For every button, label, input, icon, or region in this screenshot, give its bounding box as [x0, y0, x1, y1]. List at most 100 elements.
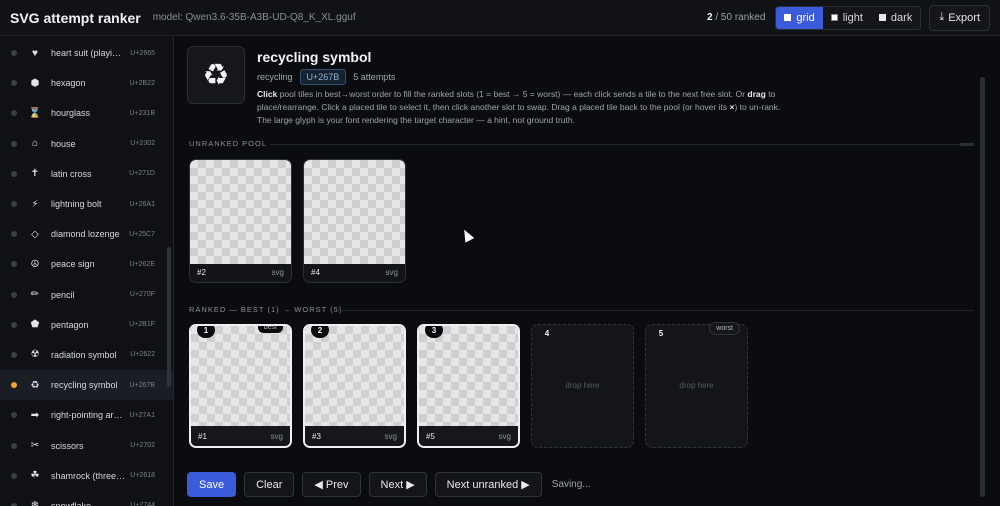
sidebar-item[interactable]: ✏ pencil U+270F [0, 280, 173, 310]
sidebar-scrollbar[interactable] [167, 247, 171, 387]
status-dot-icon [11, 231, 17, 238]
sidebar-item-label: heart suit (playi… [51, 48, 122, 59]
rank-number: 2 [311, 326, 329, 338]
svg-preview [305, 326, 404, 432]
prev-button[interactable]: ◀ Prev [302, 472, 361, 497]
rank-number: 3 [425, 326, 443, 338]
sidebar-item[interactable]: ⬢ hexagon U+2B22 [0, 68, 173, 98]
pool-tile[interactable]: #2 svg [189, 159, 292, 283]
page-title: recycling symbol [257, 49, 372, 65]
sidebar-item[interactable]: ☢ radiation symbol U+2622 [0, 340, 173, 370]
dark-swatch-icon [878, 14, 886, 21]
attempt-id: #2 [197, 267, 206, 277]
character-list: ♥ heart suit (playi… U+2665 ⬢ hexagon U+2B22 ⌛… [0, 38, 173, 506]
sidebar-item-code: U+2B22 [129, 79, 156, 87]
character-glyph-icon: ♥ [32, 47, 38, 59]
export-button[interactable]: ⤓ Export [929, 4, 990, 31]
model-label: model: Qwen3.6-35B-A3B-UD-Q8_K_XL.gguf [152, 12, 356, 23]
sidebar-item-code: U+262E [129, 260, 156, 268]
ranked-tile[interactable]: 1 best #1 svg [189, 324, 292, 448]
sidebar-item[interactable]: ✝ latin cross U+271D [0, 159, 173, 189]
attempt-kind: svg [270, 431, 283, 441]
save-button[interactable]: Save [187, 472, 237, 497]
sidebar-item[interactable]: ◇ diamond lozenge U+25C7 [0, 219, 173, 249]
tile-footer: #5 svg [419, 426, 518, 446]
theme-light-button[interactable]: light [822, 6, 871, 29]
sidebar-item-label: latin cross [51, 168, 92, 179]
ranked-tile[interactable]: 3 #5 svg [417, 324, 520, 448]
theme-toggle: grid light dark [775, 5, 922, 30]
sidebar-item-label: recycling symbol [51, 380, 118, 391]
svg-preview [304, 160, 405, 264]
top-right-controls: 2 / 50 ranked grid light dark ⤓ Export [707, 4, 990, 31]
character-glyph-icon: ⌛ [28, 107, 42, 119]
status-dot-icon [11, 80, 17, 87]
status-dot-icon [11, 472, 17, 479]
next-unranked-button[interactable]: Next unranked ▶ [434, 472, 542, 497]
character-glyph-icon: ⌂ [31, 138, 39, 150]
pool-collapse-handle[interactable] [960, 143, 974, 146]
status-dot-icon [11, 351, 17, 358]
ranked-counter: 2 / 50 ranked [707, 12, 765, 23]
ranked-total: / 50 ranked [712, 12, 766, 23]
character-glyph-icon: ◇ [31, 228, 39, 240]
sidebar-item-code: U+27A1 [129, 411, 156, 419]
character-glyph-icon: ⬟ [30, 319, 40, 331]
character-meta: recycling U+267B 5 attempts [257, 69, 395, 85]
sidebar-item[interactable]: ⌛ hourglass U+231B [0, 98, 173, 128]
sidebar-item[interactable]: ⌂ house U+2302 [0, 129, 173, 159]
character-glyph-icon: ☘ [30, 470, 40, 482]
status-dot-icon [11, 50, 17, 57]
empty-rank-slot[interactable]: 5 worst drop here [645, 322, 748, 448]
status-dot-icon [11, 382, 17, 389]
sidebar-item[interactable]: ☘ shamrock (three… U+2618 [0, 461, 173, 491]
attempt-kind: svg [385, 267, 398, 277]
clear-button[interactable]: Clear [244, 472, 295, 497]
next-button[interactable]: Next ▶ [368, 472, 427, 497]
sidebar-item-code: U+2302 [130, 140, 155, 148]
empty-rank-slot[interactable]: 4 drop here [531, 324, 634, 448]
sidebar-item-label: right-pointing arr… [51, 410, 126, 421]
sidebar-item[interactable]: ♻ recycling symbol U+267B [0, 370, 173, 401]
character-glyph-icon: ➡ [30, 409, 40, 421]
sidebar-item-code: U+2B1F [129, 321, 155, 329]
svg-preview [190, 160, 291, 264]
main-panel: ♻ recycling symbol recycling U+267B 5 at… [175, 37, 987, 506]
sidebar-item[interactable]: ♥ heart suit (playi… U+2665 [0, 38, 173, 68]
sidebar-item-code: U+2618 [130, 472, 155, 480]
sidebar-item-code: U+2744 [130, 502, 155, 506]
sidebar-item-code: U+271D [129, 170, 155, 178]
status-dot-icon [11, 170, 17, 177]
tile-footer: #3 svg [305, 426, 404, 446]
sidebar-item-code: U+26A1 [129, 200, 156, 208]
ranked-section-label: RANKED — BEST (1) → WORST (5) [189, 305, 343, 314]
sidebar-item[interactable]: ☮ peace sign U+262E [0, 249, 173, 279]
pool-tile[interactable]: #4 svg [303, 159, 406, 283]
status-dot-icon [11, 291, 17, 298]
attempt-id: #5 [426, 431, 435, 441]
attempt-kind: svg [271, 267, 284, 277]
status-dot-icon [11, 442, 17, 449]
theme-dark-button[interactable]: dark [870, 6, 921, 29]
ranked-tile[interactable]: 2 #3 svg [303, 324, 406, 448]
sidebar-item[interactable]: ✂ scissors U+2702 [0, 430, 173, 460]
theme-grid-label: grid [796, 11, 815, 24]
main-scrollbar[interactable] [980, 77, 985, 497]
top-bar: SVG attempt ranker model: Qwen3.6-35B-A3… [0, 0, 1000, 36]
instr-click: Click [257, 89, 278, 99]
sidebar-item-code: U+2622 [130, 351, 155, 359]
sidebar-item[interactable]: ➡ right-pointing arr… U+27A1 [0, 400, 173, 430]
status-dot-icon [11, 201, 17, 208]
sidebar-item-code: U+231B [129, 109, 156, 117]
sidebar-item-label: hourglass [51, 108, 91, 119]
sidebar-item-code: U+2702 [130, 442, 155, 450]
sidebar-item-code: U+25C7 [129, 230, 155, 238]
character-glyph-icon: ⚡ [31, 198, 39, 210]
character-glyph-icon: ☢ [30, 349, 40, 361]
character-glyph-icon: ☮ [30, 258, 40, 270]
sidebar-item[interactable]: ⚡ lightning bolt U+26A1 [0, 189, 173, 219]
sidebar-item[interactable]: ❄ snowflake U+2744 [0, 491, 173, 506]
sidebar-item[interactable]: ⬟ pentagon U+2B1F [0, 310, 173, 340]
theme-grid-button[interactable]: grid [776, 6, 823, 29]
character-glyph-icon: ✏ [30, 289, 40, 301]
